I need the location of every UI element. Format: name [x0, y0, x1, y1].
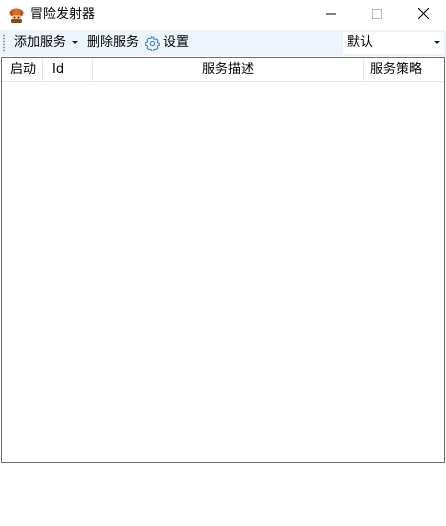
- column-header-policy[interactable]: 服务策略: [370, 58, 422, 81]
- profile-select-value: 默认: [347, 35, 374, 50]
- chevron-down-icon: [434, 41, 440, 44]
- settings-button[interactable]: 设置: [163, 34, 189, 52]
- close-button[interactable]: [400, 0, 446, 30]
- column-header-start[interactable]: 启动: [10, 58, 36, 81]
- service-list[interactable]: 启动 Id 服务描述 服务策略: [1, 57, 445, 463]
- window-title: 冒险发射器: [30, 7, 96, 22]
- app-character-icon: [8, 7, 25, 24]
- delete-service-button[interactable]: 删除服务: [87, 34, 139, 52]
- bottom-panel: [0, 463, 446, 526]
- toolbar-grip[interactable]: [3, 34, 5, 52]
- title-bar[interactable]: 冒险发射器: [0, 0, 446, 30]
- gear-icon[interactable]: [145, 36, 160, 52]
- minimize-button[interactable]: [308, 0, 354, 30]
- minimize-icon: [326, 8, 336, 23]
- column-divider[interactable]: [42, 58, 43, 81]
- maximize-button[interactable]: [354, 0, 400, 30]
- toolbar: 添加服务 删除服务 设置 默认: [0, 30, 446, 56]
- close-icon: [417, 7, 429, 23]
- column-header-description[interactable]: 服务描述: [93, 58, 363, 81]
- table-header: 启动 Id 服务描述 服务策略: [2, 58, 444, 82]
- add-service-dropdown-arrow-icon[interactable]: [72, 41, 78, 44]
- maximize-icon: [372, 8, 382, 23]
- profile-select[interactable]: 默认: [343, 32, 444, 54]
- add-service-button[interactable]: 添加服务: [14, 34, 66, 52]
- column-header-id[interactable]: Id: [52, 58, 64, 81]
- column-divider[interactable]: [363, 58, 364, 81]
